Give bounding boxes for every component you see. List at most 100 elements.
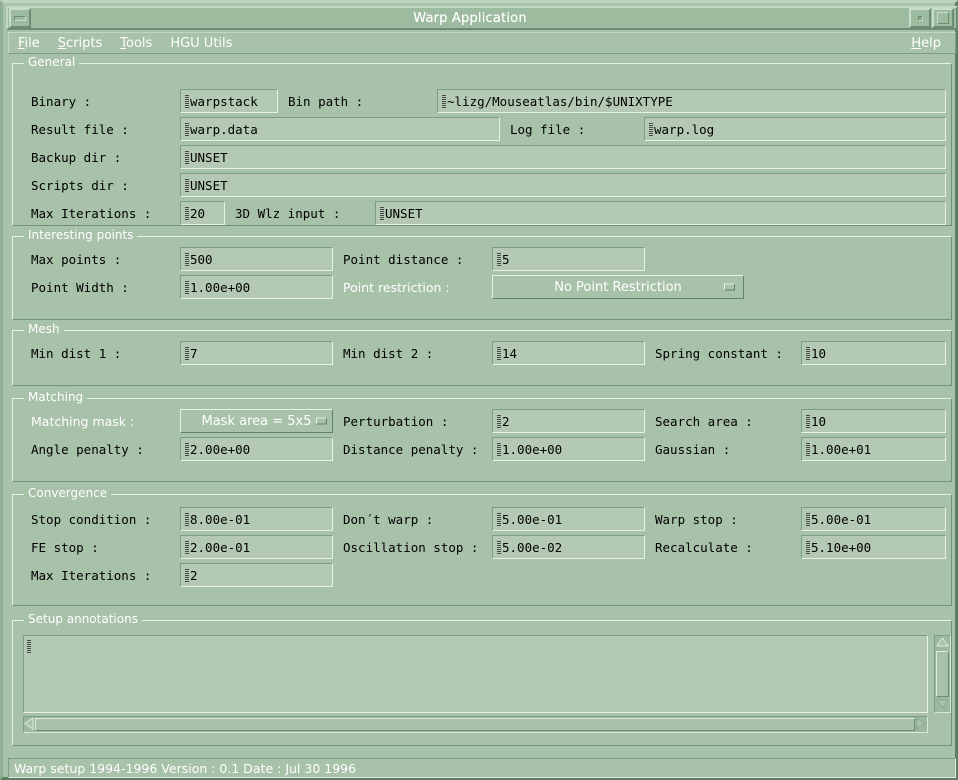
vertical-scrollbar-thumb[interactable] bbox=[936, 651, 949, 697]
menu-item-help[interactable]: Help bbox=[902, 34, 950, 53]
result-file-value: warp.data bbox=[190, 121, 258, 137]
group-interesting-points: Interesting points Max points : 500 Poin… bbox=[12, 228, 952, 320]
recalculate-input[interactable]: 5.10e+00 bbox=[801, 535, 946, 559]
maximize-icon[interactable] bbox=[932, 8, 954, 28]
angle-penalty-input[interactable]: 2.00e+00 bbox=[180, 437, 333, 461]
matching-mask-option-menu[interactable]: Mask area = 5x5 bbox=[180, 409, 333, 433]
text-caret bbox=[185, 442, 189, 456]
recalculate-value: 5.10e+00 bbox=[811, 539, 872, 555]
min-dist1-input[interactable]: 7 bbox=[180, 341, 333, 365]
scroll-left-arrow-icon[interactable] bbox=[24, 716, 34, 733]
min-dist2-value: 14 bbox=[502, 345, 518, 361]
group-matching-title: Matching bbox=[24, 390, 88, 404]
stop-condition-input[interactable]: 8.00e-01 bbox=[180, 507, 333, 531]
perturbation-value: 2 bbox=[502, 413, 510, 429]
distance-penalty-value: 1.00e+00 bbox=[502, 441, 563, 457]
stop-condition-label: Stop condition : bbox=[23, 507, 178, 531]
window-menu-dash bbox=[14, 15, 26, 21]
point-width-value: 1.00e+00 bbox=[190, 279, 251, 295]
max-points-input[interactable]: 500 bbox=[180, 247, 333, 271]
menu-item-tools[interactable]: Tools bbox=[111, 34, 161, 53]
scroll-right-arrow-icon[interactable] bbox=[916, 716, 926, 733]
text-caret bbox=[806, 442, 810, 456]
group-general-title: General bbox=[24, 55, 80, 69]
point-distance-value: 5 bbox=[502, 251, 510, 267]
bin-path-input[interactable]: ~lizg/Mouseatlas/bin/$UNIXTYPE bbox=[437, 89, 946, 113]
search-area-label: Search area : bbox=[647, 409, 799, 433]
menu-file-rest: ile bbox=[24, 35, 40, 51]
status-bar: Warp setup 1994-1996 Version : 0.1 Date … bbox=[8, 758, 956, 778]
dont-warp-value: 5.00e-01 bbox=[502, 511, 563, 527]
group-matching: Matching Matching mask : Mask area = 5x5… bbox=[12, 390, 952, 482]
window-menu-icon[interactable] bbox=[9, 8, 31, 28]
spring-constant-input[interactable]: 10 bbox=[801, 341, 946, 365]
distance-penalty-input[interactable]: 1.00e+00 bbox=[492, 437, 645, 461]
min-dist1-value: 7 bbox=[190, 345, 198, 361]
dont-warp-input[interactable]: 5.00e-01 bbox=[492, 507, 645, 531]
recalculate-label: Recalculate : bbox=[647, 535, 799, 559]
menu-item-file[interactable]: File bbox=[9, 34, 49, 53]
fe-stop-label: FE stop : bbox=[23, 535, 178, 559]
group-convergence: Convergence Stop condition : 8.00e-01 Do… bbox=[12, 486, 952, 606]
min-dist2-input[interactable]: 14 bbox=[492, 341, 645, 365]
point-distance-input[interactable]: 5 bbox=[492, 247, 645, 271]
menu-scripts-mnemonic: S bbox=[57, 35, 67, 51]
scripts-dir-input[interactable]: UNSET bbox=[180, 173, 946, 197]
binary-value: warpstack bbox=[190, 93, 258, 109]
text-caret bbox=[185, 206, 189, 220]
point-restriction-option-menu[interactable]: No Point Restriction bbox=[492, 275, 744, 299]
menu-help-rest: elp bbox=[921, 35, 941, 51]
annotations-vertical-scrollbar[interactable] bbox=[934, 635, 951, 713]
result-file-input[interactable]: warp.data bbox=[180, 117, 500, 141]
wlz-input-value: UNSET bbox=[385, 205, 423, 221]
title-bar: Warp Application bbox=[6, 6, 958, 30]
point-restriction-value: No Point Restriction bbox=[554, 279, 682, 295]
convergence-max-iterations-input[interactable]: 2 bbox=[180, 563, 333, 587]
group-setup-annotations: Setup annotations bbox=[12, 612, 952, 746]
binary-input[interactable]: warpstack bbox=[180, 89, 278, 113]
log-file-label: Log file : bbox=[502, 117, 642, 141]
log-file-input[interactable]: warp.log bbox=[644, 117, 946, 141]
general-max-iterations-input[interactable]: 20 bbox=[180, 201, 225, 225]
warp-stop-input[interactable]: 5.00e-01 bbox=[801, 507, 946, 531]
option-menu-indicator-icon bbox=[316, 417, 327, 425]
text-caret bbox=[497, 252, 501, 266]
max-points-value: 500 bbox=[190, 251, 213, 267]
search-area-input[interactable]: 10 bbox=[801, 409, 946, 433]
menu-item-hgu-utils[interactable]: HGU Utils bbox=[161, 34, 241, 53]
point-width-label: Point Width : bbox=[23, 275, 178, 299]
fe-stop-value: 2.00e-01 bbox=[190, 539, 251, 555]
wlz-input-input[interactable]: UNSET bbox=[375, 201, 946, 225]
point-width-input[interactable]: 1.00e+00 bbox=[180, 275, 333, 299]
group-mesh: Mesh Min dist 1 : 7 Min dist 2 : 14 Spri… bbox=[12, 322, 952, 386]
dont-warp-label: Don´t warp : bbox=[335, 507, 490, 531]
text-caret bbox=[185, 540, 189, 554]
text-caret bbox=[442, 94, 446, 108]
scroll-up-arrow-icon[interactable] bbox=[936, 636, 949, 650]
fe-stop-input[interactable]: 2.00e-01 bbox=[180, 535, 333, 559]
horizontal-scrollbar-thumb[interactable] bbox=[35, 718, 915, 731]
menu-tools-rest: ools bbox=[126, 35, 153, 51]
menu-help-mnemonic: H bbox=[911, 35, 922, 51]
search-area-value: 10 bbox=[811, 413, 827, 429]
warp-stop-value: 5.00e-01 bbox=[811, 511, 872, 527]
backup-dir-input[interactable]: UNSET bbox=[180, 145, 946, 169]
text-caret bbox=[806, 414, 810, 428]
result-file-label: Result file : bbox=[23, 117, 178, 141]
perturbation-input[interactable]: 2 bbox=[492, 409, 645, 433]
annotations-horizontal-scrollbar[interactable] bbox=[23, 716, 928, 733]
minimize-icon[interactable] bbox=[909, 8, 931, 28]
convergence-max-iterations-value: 2 bbox=[190, 567, 198, 583]
oscillation-stop-input[interactable]: 5.00e-02 bbox=[492, 535, 645, 559]
bin-path-label: Bin path : bbox=[280, 89, 435, 113]
window-title: Warp Application bbox=[413, 10, 527, 26]
max-points-label: Max points : bbox=[23, 247, 178, 271]
setup-annotations-textarea[interactable] bbox=[23, 635, 928, 713]
gaussian-input[interactable]: 1.00e+01 bbox=[801, 437, 946, 461]
text-caret bbox=[185, 94, 189, 108]
scroll-down-arrow-icon[interactable] bbox=[936, 698, 949, 712]
angle-penalty-value: 2.00e+00 bbox=[190, 441, 251, 457]
text-caret bbox=[185, 568, 189, 582]
text-caret bbox=[497, 442, 501, 456]
menu-item-scripts[interactable]: Scripts bbox=[49, 34, 112, 53]
